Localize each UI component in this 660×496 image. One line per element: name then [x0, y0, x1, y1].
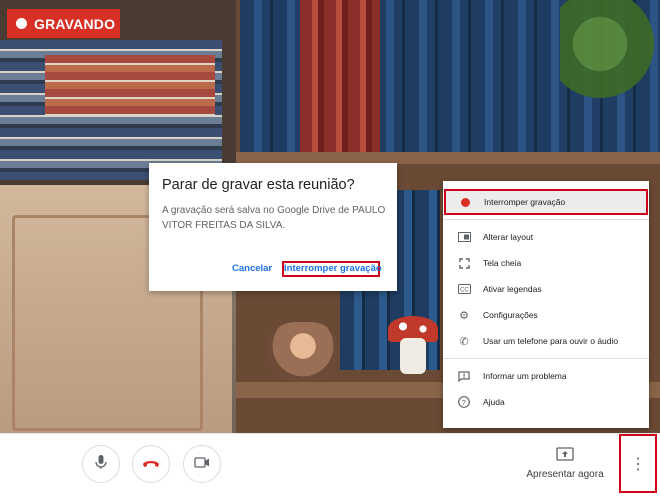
menu-item-label: Informar um problema [483, 371, 567, 381]
gear-icon: ⚙ [459, 309, 469, 322]
left-books-stack [45, 55, 215, 115]
leave-call-button[interactable] [132, 445, 170, 483]
menu-item-label: Configurações [483, 310, 538, 320]
menu-item-change-layout[interactable]: Alterar layout [443, 224, 649, 250]
menu-item-stop-recording[interactable]: Interromper gravação [444, 189, 648, 215]
menu-item-label: Usar um telefone para ouvir o áudio [483, 336, 619, 346]
recording-badge: GRAVANDO [7, 9, 120, 38]
present-now-label: Apresentar agora [526, 469, 604, 480]
menu-item-label: Tela cheia [483, 258, 522, 268]
layout-icon [455, 230, 473, 244]
svg-text:CC: CC [460, 288, 469, 294]
menu-item-label: Interromper gravação [484, 197, 566, 207]
menu-item-phone-audio[interactable]: ✆ Usar um telefone para ouvir o áudio [443, 328, 649, 354]
more-options-button[interactable]: ⋮ [619, 434, 657, 493]
dialog-body: A gravação será salva no Google Drive de… [162, 205, 386, 231]
cancel-button[interactable]: Cancelar [232, 263, 272, 274]
fullscreen-icon [455, 256, 473, 270]
owl-figurine [268, 322, 338, 382]
overflow-menu: Interromper gravação Alterar layout Tela… [443, 181, 649, 428]
svg-text:?: ? [462, 398, 466, 407]
captions-icon: CC [455, 282, 473, 296]
menu-item-captions[interactable]: CC Ativar legendas [443, 276, 649, 302]
menu-item-label: Alterar layout [483, 232, 534, 242]
menu-item-help[interactable]: ? Ajuda [443, 389, 649, 415]
hang-up-icon [142, 455, 160, 473]
menu-item-fullscreen[interactable]: Tela cheia [443, 250, 649, 276]
stop-recording-dialog: Parar de gravar esta reunião? A gravação… [149, 163, 397, 291]
present-screen-icon [556, 447, 574, 465]
plant [560, 0, 660, 110]
red-books [300, 0, 380, 155]
record-dot-icon [456, 195, 474, 209]
record-dot-icon [16, 18, 27, 29]
menu-item-label: Ajuda [483, 397, 505, 407]
more-vert-icon: ⋮ [630, 455, 646, 473]
microphone-button[interactable] [82, 445, 120, 483]
menu-item-settings[interactable]: ⚙ Configurações [443, 302, 649, 328]
menu-divider [443, 219, 649, 220]
help-icon: ? [455, 395, 473, 409]
phone-icon: ✆ [459, 335, 469, 348]
mushroom-figurine [388, 316, 438, 376]
menu-divider [443, 358, 649, 359]
microphone-icon [94, 454, 108, 475]
dialog-title: Parar de gravar esta reunião? [162, 177, 355, 193]
menu-item-label: Ativar legendas [483, 284, 542, 294]
camera-button[interactable] [183, 445, 221, 483]
stop-recording-confirm-button[interactable]: Interromper gravação [282, 261, 382, 277]
video-camera-icon [194, 455, 210, 473]
present-now-button[interactable]: Apresentar agora [520, 447, 610, 480]
recording-badge-label: GRAVANDO [34, 15, 116, 32]
feedback-icon [455, 369, 473, 383]
menu-item-report-problem[interactable]: Informar um problema [443, 363, 649, 389]
mushroom-stem [400, 338, 426, 374]
